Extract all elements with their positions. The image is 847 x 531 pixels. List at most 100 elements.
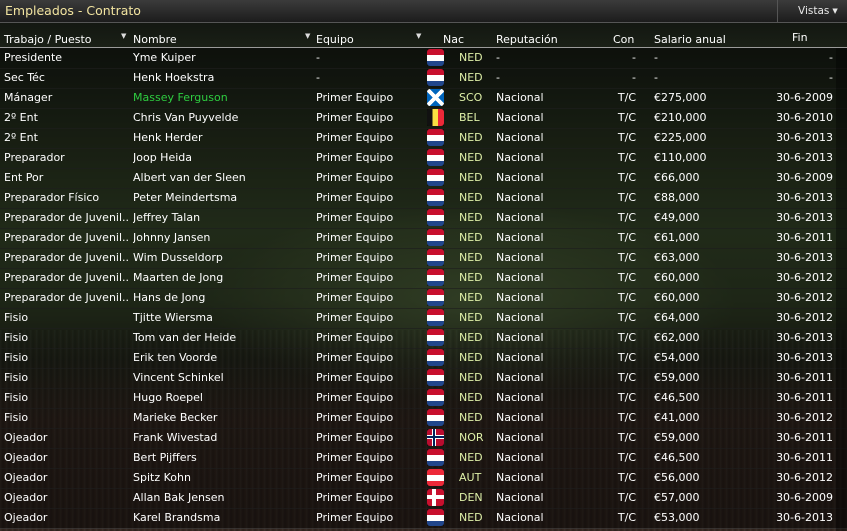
sort-arrow-icon[interactable]: ▼ bbox=[416, 32, 421, 40]
nationality-code: NED bbox=[459, 191, 483, 204]
nationality-flag-icon bbox=[427, 489, 444, 506]
table-row[interactable]: Fisio Tjitte Wiersma Primer Equipo NED Nacio… bbox=[0, 308, 847, 329]
staff-name-link[interactable]: Jeffrey Talan bbox=[133, 211, 313, 224]
table-row[interactable]: Preparador Joop Heida Primer Equipo NED Naci… bbox=[0, 148, 847, 169]
staff-name-link[interactable]: Vincent Schinkel bbox=[133, 371, 313, 384]
table-row[interactable]: Ojeador Karel Brandsma Primer Equipo NED Nac… bbox=[0, 508, 847, 529]
contract-type-cell: T/C bbox=[617, 171, 636, 184]
table-row[interactable]: Fisio Vincent Schinkel Primer Equipo NED Nac… bbox=[0, 368, 847, 389]
nationality-flag-icon bbox=[427, 509, 444, 526]
staff-name-link[interactable]: Albert van der Sleen bbox=[133, 171, 313, 184]
column-header-fin[interactable]: Fin bbox=[792, 31, 808, 45]
staff-name-link[interactable]: Massey Ferguson bbox=[133, 91, 313, 104]
staff-name-link[interactable]: Wim Dusseldorp bbox=[133, 251, 313, 264]
table-row[interactable]: Ojeador Bert Pijffers Primer Equipo NED Naci… bbox=[0, 448, 847, 469]
team-cell[interactable]: Primer Equipo bbox=[316, 111, 422, 124]
team-cell[interactable]: Primer Equipo bbox=[316, 131, 422, 144]
team-cell[interactable]: Primer Equipo bbox=[316, 451, 422, 464]
column-header-reputacion[interactable]: Reputación bbox=[496, 33, 558, 47]
table-row[interactable]: Fisio Hugo Roepel Primer Equipo NED Nacional… bbox=[0, 388, 847, 409]
team-cell[interactable]: Primer Equipo bbox=[316, 191, 422, 204]
team-cell[interactable]: Primer Equipo bbox=[316, 511, 422, 524]
sort-arrow-icon[interactable]: ▼ bbox=[305, 32, 310, 40]
column-header-con[interactable]: Con bbox=[613, 33, 634, 47]
table-row[interactable]: Mánager Massey Ferguson Primer Equipo SCO Na… bbox=[0, 88, 847, 109]
nationality-flag-icon bbox=[427, 449, 444, 466]
team-cell[interactable]: Primer Equipo bbox=[316, 431, 422, 444]
staff-name-link[interactable]: Tom van der Heide bbox=[133, 331, 313, 344]
staff-name-link[interactable]: Marieke Becker bbox=[133, 411, 313, 424]
nationality-flag-icon bbox=[427, 49, 444, 66]
staff-name-link[interactable]: Henk Hoekstra bbox=[133, 71, 313, 84]
team-cell[interactable]: Primer Equipo bbox=[316, 91, 422, 104]
table-row[interactable]: Ojeador Frank Wivestad Primer Equipo NOR Nac… bbox=[0, 428, 847, 449]
job-cell: Preparador de Juvenil... bbox=[4, 291, 130, 304]
team-cell[interactable]: Primer Equipo bbox=[316, 251, 422, 264]
column-header-nombre[interactable]: Nombre bbox=[133, 33, 177, 47]
team-cell[interactable]: Primer Equipo bbox=[316, 371, 422, 384]
staff-name-link[interactable]: Hugo Roepel bbox=[133, 391, 313, 404]
staff-name-link[interactable]: Chris Van Puyvelde bbox=[133, 111, 313, 124]
table-row[interactable]: Preparador Físico Peter Meindertsma Primer… bbox=[0, 188, 847, 209]
staff-name-link[interactable]: Karel Brandsma bbox=[133, 511, 313, 524]
nationality-flag-icon bbox=[427, 329, 444, 346]
table-row[interactable]: Preparador de Juvenil... Hans de Jong Prim… bbox=[0, 288, 847, 309]
table-row[interactable]: Preparador de Juvenil... Johnny Jansen Pri… bbox=[0, 228, 847, 249]
nationality-flag-icon bbox=[427, 209, 444, 226]
staff-name-link[interactable]: Bert Pijffers bbox=[133, 451, 313, 464]
table-row[interactable]: Preparador de Juvenil... Maarten de Jong P… bbox=[0, 268, 847, 289]
table-row[interactable]: Fisio Tom van der Heide Primer Equipo NED Na… bbox=[0, 328, 847, 349]
contract-end-cell: 30-6-2011 bbox=[776, 391, 833, 404]
table-row[interactable]: Presidente Yme Kuiper - NED - - - - bbox=[0, 48, 847, 69]
column-header-nac[interactable]: Nac bbox=[443, 33, 464, 47]
staff-name-link[interactable]: Joop Heida bbox=[133, 151, 313, 164]
contract-type-cell: T/C bbox=[617, 311, 636, 324]
column-header-salario[interactable]: Salario anual bbox=[654, 33, 726, 47]
table-row[interactable]: Preparador de Juvenil... Wim Dusseldorp Pr… bbox=[0, 248, 847, 269]
staff-name-link[interactable]: Frank Wivestad bbox=[133, 431, 313, 444]
team-cell[interactable]: Primer Equipo bbox=[316, 151, 422, 164]
team-cell[interactable]: Primer Equipo bbox=[316, 291, 422, 304]
salary-cell: €64,000 bbox=[654, 311, 700, 324]
team-cell[interactable]: Primer Equipo bbox=[316, 231, 422, 244]
team-cell[interactable]: Primer Equipo bbox=[316, 211, 422, 224]
staff-name-link[interactable]: Tjitte Wiersma bbox=[133, 311, 313, 324]
staff-name-link[interactable]: Hans de Jong bbox=[133, 291, 313, 304]
column-header-trabajo[interactable]: Trabajo / Puesto bbox=[4, 33, 92, 47]
team-cell[interactable]: Primer Equipo bbox=[316, 331, 422, 344]
table-row[interactable]: Preparador de Juvenil... Jeffrey Talan Pri… bbox=[0, 208, 847, 229]
table-row[interactable]: Fisio Erik ten Voorde Primer Equipo NED Naci… bbox=[0, 348, 847, 369]
staff-name-link[interactable]: Allan Bak Jensen bbox=[133, 491, 313, 504]
staff-name-link[interactable]: Maarten de Jong bbox=[133, 271, 313, 284]
staff-name-link[interactable]: Spitz Kohn bbox=[133, 471, 313, 484]
scrollbar[interactable] bbox=[836, 48, 847, 531]
staff-name-link[interactable]: Erik ten Voorde bbox=[133, 351, 313, 364]
table-row[interactable]: 2º Ent Chris Van Puyvelde Primer Equipo BEL… bbox=[0, 108, 847, 129]
table-row[interactable]: Fisio Marieke Becker Primer Equipo NED Nacio… bbox=[0, 408, 847, 429]
table-row[interactable]: Ojeador Allan Bak Jensen Primer Equipo DEN N… bbox=[0, 488, 847, 509]
team-cell[interactable]: Primer Equipo bbox=[316, 171, 422, 184]
team-cell[interactable]: Primer Equipo bbox=[316, 411, 422, 424]
team-cell[interactable]: Primer Equipo bbox=[316, 271, 422, 284]
team-cell[interactable]: Primer Equipo bbox=[316, 491, 422, 504]
team-cell[interactable]: Primer Equipo bbox=[316, 351, 422, 364]
views-dropdown[interactable]: Vistas ▼ bbox=[777, 0, 847, 22]
team-cell[interactable]: - bbox=[316, 71, 422, 84]
team-cell[interactable]: Primer Equipo bbox=[316, 391, 422, 404]
table-row[interactable]: Sec Téc Henk Hoekstra - NED - - - - bbox=[0, 68, 847, 89]
table-row[interactable]: Ent Por Albert van der Sleen Primer Equipo… bbox=[0, 168, 847, 189]
sort-arrow-icon[interactable]: ▼ bbox=[121, 32, 126, 40]
reputation-cell: Nacional bbox=[496, 231, 544, 244]
table-row[interactable]: Ojeador Spitz Kohn Primer Equipo AUT Naciona… bbox=[0, 468, 847, 489]
nationality-code: NED bbox=[459, 291, 483, 304]
team-cell[interactable]: Primer Equipo bbox=[316, 311, 422, 324]
staff-name-link[interactable]: Johnny Jansen bbox=[133, 231, 313, 244]
staff-name-link[interactable]: Henk Herder bbox=[133, 131, 313, 144]
team-cell[interactable]: Primer Equipo bbox=[316, 471, 422, 484]
staff-name-link[interactable]: Yme Kuiper bbox=[133, 51, 313, 64]
team-cell[interactable]: - bbox=[316, 51, 422, 64]
staff-name-link[interactable]: Peter Meindertsma bbox=[133, 191, 313, 204]
table-row[interactable]: 2º Ent Henk Herder Primer Equipo NED Naciona… bbox=[0, 128, 847, 149]
column-header-equipo[interactable]: Equipo bbox=[316, 33, 354, 47]
table-header: Trabajo / Puesto ▼ Nombre ▼ Equipo ▼ Nac… bbox=[0, 31, 847, 48]
